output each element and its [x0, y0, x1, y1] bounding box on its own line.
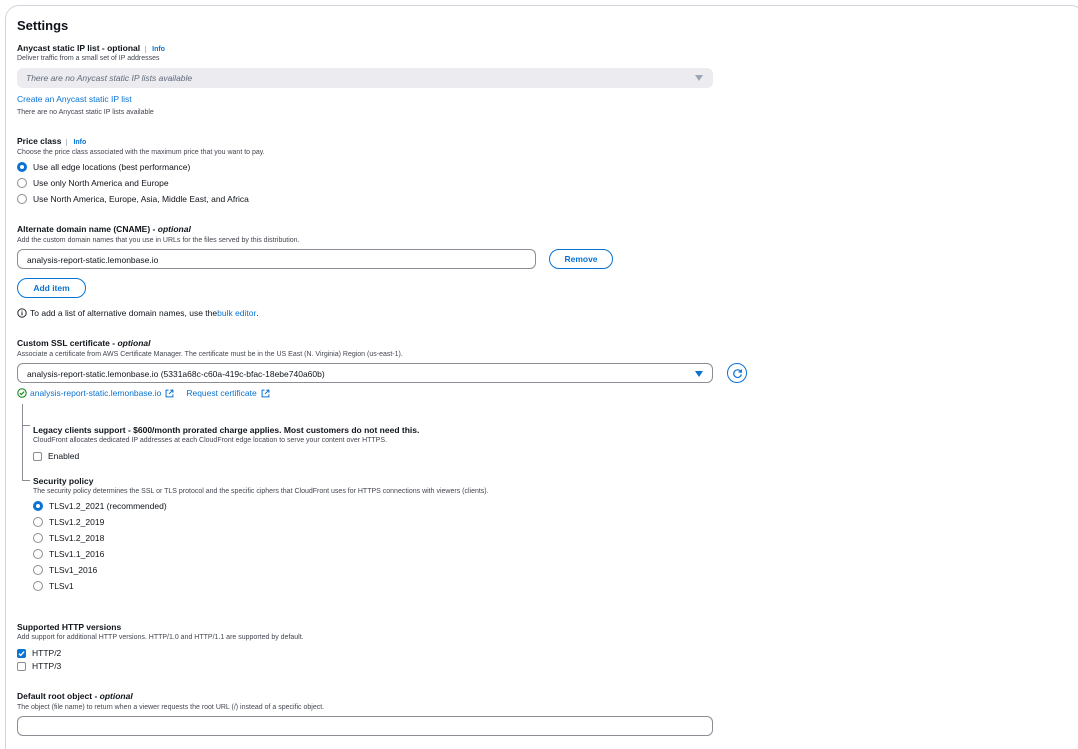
- legacy-clients-checkbox[interactable]: Enabled: [33, 451, 79, 461]
- security-policy-option-label: TLSv1_2016: [49, 565, 98, 575]
- root-object-description: The object (file name) to return when a …: [17, 704, 325, 711]
- http-versions-label: Supported HTTP versions: [17, 622, 122, 632]
- anycast-note: There are no Anycast static IP lists ava…: [17, 109, 154, 116]
- certificate-link[interactable]: analysis-report-static.lemonbase.io: [30, 388, 161, 398]
- radio-button[interactable]: [33, 501, 43, 511]
- security-policy-option-label: TLSv1.2_2019: [49, 517, 105, 527]
- legacy-clients-description: CloudFront allocates dedicated IP addres…: [33, 437, 387, 444]
- bulk-editor-hint-suffix: .: [256, 308, 259, 318]
- cname-label-text: Alternate domain name (CNAME) -: [17, 224, 158, 234]
- radio-button[interactable]: [33, 549, 43, 559]
- security-policy-option[interactable]: TLSv1.2_2019: [33, 517, 104, 527]
- price-class-description: Choose the price class associated with t…: [17, 149, 265, 156]
- price-class-label-text: Price class: [17, 136, 62, 146]
- add-item-button[interactable]: Add item: [17, 278, 86, 298]
- security-policy-option[interactable]: TLSv1.1_2016: [33, 549, 104, 559]
- http3-label: HTTP/3: [32, 661, 62, 671]
- price-class-option-label: Use North America, Europe, Asia, Middle …: [33, 194, 249, 204]
- bulk-editor-link[interactable]: bulk editor: [217, 308, 256, 318]
- price-class-option[interactable]: Use North America, Europe, Asia, Middle …: [17, 194, 249, 204]
- certificate-status: analysis-report-static.lemonbase.io Requ…: [17, 388, 270, 398]
- radio-button[interactable]: [17, 194, 27, 204]
- anycast-select-value: There are no Anycast static IP lists ava…: [26, 73, 193, 83]
- security-policy-option[interactable]: TLSv1: [33, 581, 74, 591]
- security-policy-label: Security policy: [33, 476, 94, 486]
- radio-button[interactable]: [17, 162, 27, 172]
- checkbox[interactable]: [17, 661, 26, 671]
- price-class-option-label: Use all edge locations (best performance…: [33, 162, 191, 172]
- legacy-clients-checkbox-label: Enabled: [48, 451, 80, 461]
- security-policy-option-label: TLSv1.2_2021 (recommended): [49, 501, 167, 511]
- security-policy-option[interactable]: TLSv1_2016: [33, 565, 97, 575]
- page-title: Settings: [17, 18, 69, 33]
- security-policy-option-label: TLSv1.1_2016: [49, 549, 105, 559]
- dropdown-caret-icon: [695, 75, 703, 81]
- root-object-input[interactable]: [17, 716, 713, 736]
- legacy-clients-label: Legacy clients support - $600/month pror…: [33, 425, 420, 435]
- root-object-optional-text: optional: [99, 691, 133, 701]
- success-check-icon: [17, 388, 27, 398]
- remove-button[interactable]: Remove: [549, 249, 613, 269]
- radio-button[interactable]: [33, 581, 43, 591]
- anycast-select: There are no Anycast static IP lists ava…: [17, 68, 713, 88]
- refresh-icon: [732, 368, 742, 378]
- tree-connector: [22, 404, 23, 480]
- security-policy-option[interactable]: TLSv1.2_2021 (recommended): [33, 501, 167, 511]
- checkbox[interactable]: [17, 648, 26, 658]
- price-class-info-link[interactable]: Info: [66, 139, 87, 146]
- security-policy-option[interactable]: TLSv1.2_2018: [33, 533, 104, 543]
- radio-button[interactable]: [33, 517, 43, 527]
- anycast-description: Deliver traffic from a small set of IP a…: [17, 55, 160, 62]
- root-object-label: Default root object - optional: [17, 691, 133, 701]
- cname-optional-text: optional: [157, 224, 191, 234]
- radio-button[interactable]: [17, 178, 27, 188]
- refresh-button[interactable]: [727, 363, 747, 383]
- external-link-icon: [165, 389, 174, 397]
- info-circle-icon: [17, 308, 27, 318]
- price-class-label: Price class Info: [17, 136, 87, 146]
- ssl-label-text: Custom SSL certificate -: [17, 338, 118, 348]
- ssl-certificate-value: analysis-report-static.lemonbase.io (533…: [27, 369, 325, 379]
- radio-button[interactable]: [33, 533, 43, 543]
- tree-connector: [22, 425, 30, 426]
- radio-button[interactable]: [33, 565, 43, 575]
- bulk-editor-hint-prefix: To add a list of alternative domain name…: [30, 308, 218, 318]
- external-link-icon: [261, 389, 270, 397]
- ssl-description: Associate a certificate from AWS Certifi…: [17, 351, 403, 358]
- root-object-label-text: Default root object -: [17, 691, 100, 701]
- price-class-option[interactable]: Use only North America and Europe: [17, 178, 169, 188]
- request-certificate-link[interactable]: Request certificate: [186, 388, 256, 398]
- create-anycast-link[interactable]: Create an Anycast static IP list: [17, 94, 132, 104]
- security-policy-option-label: TLSv1: [49, 581, 74, 591]
- dropdown-caret-icon: [695, 371, 703, 377]
- ssl-label: Custom SSL certificate - optional: [17, 338, 151, 348]
- cname-description: Add the custom domain names that you use…: [17, 237, 300, 244]
- anycast-label-text: Anycast static IP list - optional: [17, 43, 141, 53]
- security-policy-description: The security policy determines the SSL o…: [33, 488, 489, 495]
- ssl-optional-text: optional: [117, 338, 151, 348]
- price-class-option-label: Use only North America and Europe: [33, 178, 169, 188]
- anycast-label: Anycast static IP list - optional Info: [17, 43, 165, 53]
- http2-label: HTTP/2: [32, 648, 62, 658]
- security-policy-option-label: TLSv1.2_2018: [49, 533, 105, 543]
- http-versions-description: Add support for additional HTTP versions…: [17, 634, 304, 641]
- price-class-option[interactable]: Use all edge locations (best performance…: [17, 162, 190, 172]
- checkbox[interactable]: [33, 451, 42, 461]
- ssl-certificate-select[interactable]: analysis-report-static.lemonbase.io (533…: [17, 363, 713, 383]
- checkmark-icon: [18, 650, 25, 656]
- cname-input[interactable]: analysis-report-static.lemonbase.io: [17, 249, 536, 269]
- tree-connector: [22, 480, 30, 481]
- cname-label: Alternate domain name (CNAME) - optional: [17, 224, 191, 234]
- anycast-info-link[interactable]: Info: [145, 46, 165, 53]
- http2-checkbox[interactable]: HTTP/2: [17, 648, 61, 658]
- http3-checkbox[interactable]: HTTP/3: [17, 661, 61, 671]
- bulk-editor-hint: To add a list of alternative domain name…: [17, 308, 259, 318]
